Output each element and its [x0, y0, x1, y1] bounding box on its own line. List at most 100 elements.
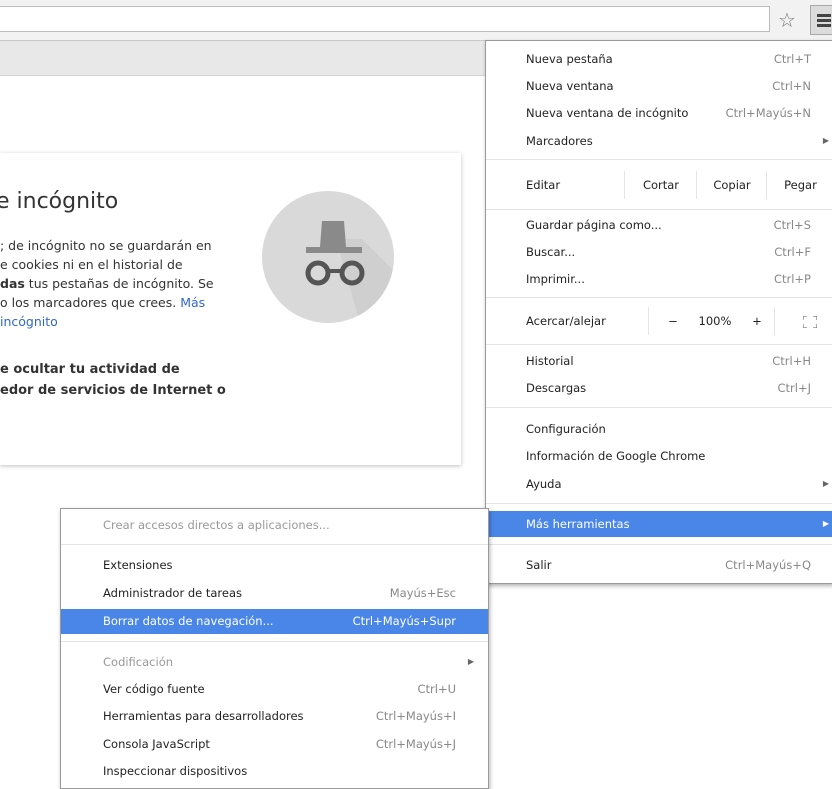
menu-item-inspect-devices[interactable]: Inspeccionar dispositivos	[61, 759, 488, 783]
menu-item-save-page[interactable]: Guardar página como... Ctrl+S	[486, 213, 832, 237]
bold-fragment: das	[0, 276, 25, 291]
menu-item-label: Guardar página como...	[526, 218, 662, 232]
menu-item-settings[interactable]: Configuración	[486, 417, 832, 441]
menu-item-label: Ver código fuente	[103, 682, 205, 696]
edit-label-text: Editar	[526, 178, 561, 192]
menu-item-label: Imprimir...	[526, 272, 585, 286]
zoom-in-button[interactable]: +	[744, 307, 770, 335]
submenu-arrow-icon: ▶	[467, 657, 474, 666]
description-line: das tus pestañas de incógnito. Se	[0, 274, 250, 293]
menu-item-history[interactable]: Historial Ctrl+H	[486, 349, 832, 373]
menu-item-shortcut: Ctrl+H	[772, 354, 811, 368]
submenu-arrow-icon: ▶	[822, 136, 829, 145]
menu-item-about[interactable]: Información de Google Chrome	[486, 444, 832, 468]
menu-item-extensions[interactable]: Extensiones	[61, 553, 488, 577]
menu-item-new-window[interactable]: Nueva ventana Ctrl+N	[486, 74, 832, 98]
incognito-warning: e ocultar tu actividad de edor de servic…	[0, 359, 226, 401]
menu-item-label: Historial	[526, 354, 574, 368]
incognito-title: e incógnito	[0, 189, 119, 214]
menu-item-js-console[interactable]: Consola JavaScript Ctrl+Mayús+J	[61, 732, 488, 756]
description-line: ; de incógnito no se guardarán en	[0, 238, 212, 253]
edit-row: Editar Cortar Copiar Pegar	[486, 171, 832, 199]
menu-item-label: Configuración	[526, 422, 606, 436]
zoom-label: Acercar/alejar	[526, 314, 606, 328]
menu-item-shortcut: Ctrl+Mayús+Supr	[352, 614, 456, 628]
description-line: o los marcadores que crees. Más	[0, 293, 250, 312]
menu-item-label: Más herramientas	[526, 517, 630, 531]
incognito-icon	[262, 191, 394, 323]
menu-item-label: Extensiones	[103, 558, 173, 572]
menu-item-print[interactable]: Imprimir... Ctrl+P	[486, 267, 832, 291]
cut-button[interactable]: Cortar	[624, 171, 697, 199]
warning-line: edor de servicios de Internet o	[0, 383, 226, 398]
menu-item-label: Crear accesos directos a aplicaciones...	[103, 518, 330, 532]
menu-item-label: Descargas	[526, 381, 587, 395]
menu-item-view-source[interactable]: Ver código fuente Ctrl+U	[61, 677, 488, 701]
menu-item-shortcut: Mayús+Esc	[389, 586, 456, 600]
menu-item-label: Nueva ventana de incógnito	[526, 106, 689, 120]
menu-item-new-incognito[interactable]: Nueva ventana de incógnito Ctrl+Mayús+N	[486, 101, 832, 125]
submenu-arrow-icon: ▶	[822, 479, 829, 488]
description-fragment: tus pestañas de incógnito. Se	[24, 276, 214, 291]
description-line: e cookies ni en el historial de	[0, 257, 183, 272]
zoom-divider	[648, 307, 649, 335]
menu-item-clear-browsing-data[interactable]: Borrar datos de navegación... Ctrl+Mayús…	[61, 609, 488, 634]
menu-item-shortcut: Ctrl+S	[773, 218, 811, 232]
address-bar[interactable]	[0, 6, 770, 32]
menu-item-label: Nueva pestaña	[526, 52, 613, 66]
menu-item-help[interactable]: Ayuda ▶	[486, 472, 832, 496]
fullscreen-glyph	[802, 314, 818, 329]
menu-item-shortcut: Ctrl+P	[773, 272, 811, 286]
menu-item-label: Ayuda	[526, 477, 562, 491]
paste-button[interactable]: Pegar	[766, 171, 832, 199]
menu-item-downloads[interactable]: Descargas Ctrl+J	[486, 376, 832, 400]
fullscreen-icon[interactable]	[798, 307, 822, 335]
chrome-menu-button[interactable]	[810, 5, 832, 35]
zoom-out-button[interactable]: −	[660, 307, 686, 335]
zoom-level: 100%	[698, 314, 732, 328]
menu-item-task-manager[interactable]: Administrador de tareas Mayús+Esc	[61, 581, 488, 605]
submenu-arrow-icon: ▶	[822, 519, 829, 528]
edit-label: Editar	[486, 171, 624, 199]
zoom-row: Acercar/alejar − 100% +	[486, 307, 832, 335]
menu-item-shortcut: Ctrl+F	[774, 245, 811, 259]
menu-item-label: Borrar datos de navegación...	[103, 614, 274, 628]
menu-item-label: Información de Google Chrome	[526, 449, 706, 463]
incognito-card: e incógnito ; de incógnito no se guardar…	[0, 153, 461, 465]
menu-item-shortcut: Ctrl+Mayús+N	[725, 106, 811, 120]
chrome-main-menu: Nueva pestaña Ctrl+T Nueva ventana Ctrl+…	[485, 40, 832, 584]
menu-item-label: Nueva ventana	[526, 79, 614, 93]
warning-line: e ocultar tu actividad de	[0, 362, 180, 377]
menu-item-shortcut: Ctrl+J	[777, 381, 812, 395]
menu-item-label: Inspeccionar dispositivos	[103, 764, 248, 778]
menu-item-shortcut: Ctrl+N	[772, 79, 811, 93]
copy-button[interactable]: Copiar	[696, 171, 767, 199]
menu-separator	[61, 641, 488, 642]
browser-toolbar: ☆	[0, 0, 832, 41]
menu-item-dev-tools[interactable]: Herramientas para desarrolladores Ctrl+M…	[61, 704, 488, 728]
menu-item-bookmarks[interactable]: Marcadores ▶	[486, 129, 832, 153]
menu-separator	[486, 503, 832, 504]
menu-separator	[61, 544, 488, 545]
menu-item-create-shortcuts[interactable]: Crear accesos directos a aplicaciones...	[61, 513, 488, 537]
menu-item-label: Marcadores	[526, 134, 593, 148]
menu-separator	[486, 544, 832, 545]
description-fragment: o los marcadores que crees.	[0, 295, 181, 310]
menu-separator	[486, 159, 832, 160]
more-info-link[interactable]: Más	[180, 295, 205, 310]
menu-item-shortcut: Ctrl+Mayús+I	[375, 709, 456, 723]
incognito-spy-icon	[305, 221, 394, 323]
more-info-link-cont[interactable]: incógnito	[0, 312, 250, 331]
menu-item-more-tools[interactable]: Más herramientas ▶	[486, 511, 832, 537]
menu-separator	[486, 297, 832, 298]
bookmark-star-icon[interactable]: ☆	[776, 9, 798, 31]
menu-item-find[interactable]: Buscar... Ctrl+F	[486, 240, 832, 264]
menu-item-shortcut: Ctrl+T	[773, 52, 811, 66]
menu-item-label: Codificación	[103, 655, 174, 669]
menu-separator	[486, 209, 832, 210]
menu-item-new-tab[interactable]: Nueva pestaña Ctrl+T	[486, 47, 832, 71]
menu-item-label: Salir	[526, 558, 552, 572]
menu-bar-icon	[817, 14, 831, 17]
menu-item-encoding[interactable]: Codificación ▶	[61, 650, 488, 674]
menu-item-exit[interactable]: Salir Ctrl+Mayús+Q	[486, 553, 832, 577]
